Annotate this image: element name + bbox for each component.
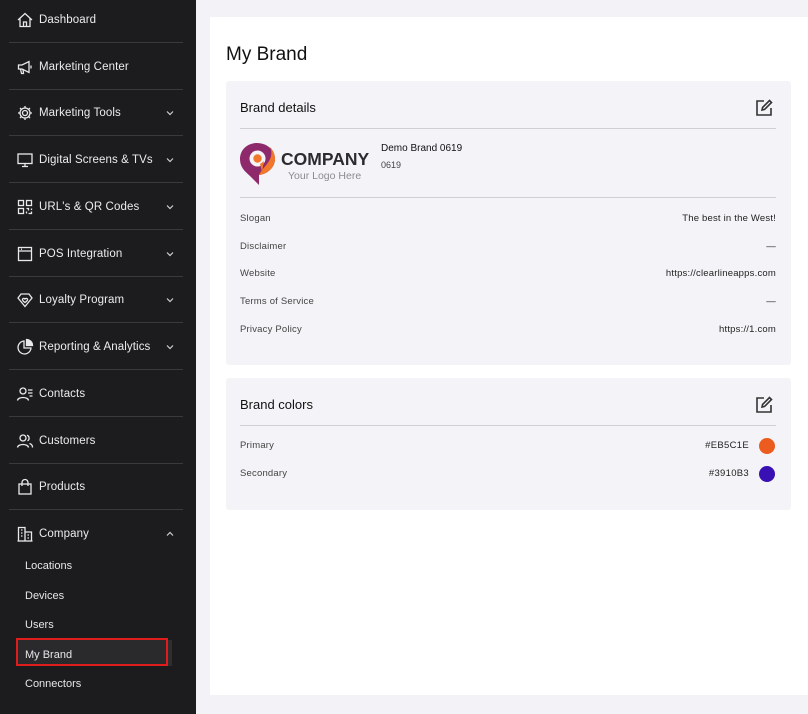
secondary-color-hex: #3910B3 [708, 468, 749, 479]
primary-color-label: Primary [240, 440, 275, 451]
customers-icon [16, 432, 34, 450]
sidebar-item-label: Company [39, 528, 89, 540]
sidebar-item-contacts[interactable]: Contacts [9, 371, 183, 417]
sidebar-item-label: Reporting & Analytics [39, 340, 151, 353]
website-value: https://clearlineapps.com [665, 268, 776, 279]
main-content: My Brand Brand details COMPANY Your Logo… [210, 17, 808, 695]
disclaimer-label: Disclaimer [240, 241, 287, 252]
sidebar-item-label: Customers [39, 434, 96, 447]
divider [240, 128, 776, 129]
sidebar-item-reporting-analytics[interactable]: Reporting & Analytics [9, 324, 183, 370]
privacy-value: https://1.com [719, 324, 776, 335]
sidebar-subitem-users[interactable]: Users [25, 619, 54, 631]
sidebar-item-dashboard[interactable]: Dashboard [9, 0, 183, 43]
divider [240, 425, 776, 426]
sidebar-item-digital-screens[interactable]: Digital Screens & TVs [9, 137, 183, 183]
megaphone-icon [16, 58, 34, 76]
chevron-down-icon [165, 295, 175, 305]
register-icon [16, 245, 34, 263]
edit-icon [756, 99, 773, 116]
logo-tagline: Your Logo Here [288, 170, 361, 182]
sidebar-subitem-connectors[interactable]: Connectors [25, 678, 81, 690]
sidebar-subitem-locations[interactable]: Locations [25, 560, 72, 572]
chevron-down-icon [165, 249, 175, 259]
diamond-heart-icon [16, 291, 34, 309]
edit-icon [756, 396, 773, 413]
terms-label: Terms of Service [240, 296, 314, 307]
chevron-down-icon [165, 202, 175, 212]
slogan-label: Slogan [240, 213, 271, 224]
sidebar-item-pos-integration[interactable]: POS Integration [9, 231, 183, 277]
brand-details-title: Brand details [240, 100, 316, 115]
brand-details-card: Brand details COMPANY Your Logo Here Dem… [226, 81, 791, 365]
slogan-value: The best in the West! [682, 213, 776, 224]
primary-color-swatch [759, 438, 775, 454]
sidebar-item-company[interactable]: Company [9, 511, 183, 557]
sidebar-item-products[interactable]: Products [9, 464, 183, 510]
sidebar-item-label: Contacts [39, 387, 86, 400]
sidebar-item-label: Loyalty Program [39, 293, 125, 306]
sidebar-item-urls-qr-codes[interactable]: URL's & QR Codes [9, 184, 183, 230]
brand-colors-card: Brand colors Primary #EB5C1E Secondary #… [226, 378, 791, 510]
secondary-color-swatch [759, 466, 775, 482]
chevron-down-icon [165, 155, 175, 165]
brand-name: Demo Brand 0619 [381, 143, 463, 154]
sidebar-subitem-my-brand[interactable]: My Brand [25, 649, 72, 661]
logo-word: COMPANY [281, 149, 369, 169]
privacy-label: Privacy Policy [240, 324, 302, 335]
brand-logo: COMPANY Your Logo Here [240, 142, 374, 186]
sidebar-subitem-devices[interactable]: Devices [25, 590, 64, 602]
home-icon [16, 11, 34, 29]
chevron-down-icon [165, 342, 175, 352]
sidebar-item-label: Products [39, 480, 86, 493]
bag-icon [16, 478, 34, 496]
divider [240, 197, 776, 198]
sidebar-item-label: Dashboard [39, 13, 97, 26]
brand-code: 0619 [381, 160, 402, 170]
pie-chart-icon [16, 338, 34, 356]
sidebar-item-customers[interactable]: Customers [9, 418, 183, 464]
contacts-icon [16, 385, 34, 403]
brand-colors-title: Brand colors [240, 397, 313, 412]
sidebar-item-marketing-center[interactable]: Marketing Center [9, 44, 183, 90]
page-title: My Brand [226, 44, 308, 65]
secondary-color-label: Secondary [240, 468, 288, 479]
sidebar-item-label: Marketing Tools [39, 106, 121, 119]
terms-value: — [766, 296, 776, 307]
sidebar-item-loyalty-program[interactable]: Loyalty Program [9, 277, 183, 323]
edit-brand-details-button[interactable] [754, 98, 774, 118]
chevron-up-icon [165, 529, 175, 539]
gear-icon [16, 104, 34, 122]
building-icon [16, 525, 34, 543]
sidebar-item-label: Digital Screens & TVs [39, 153, 153, 166]
monitor-icon [16, 151, 34, 169]
company-logo-icon: COMPANY Your Logo Here [240, 143, 369, 185]
sidebar-item-label: POS Integration [39, 247, 123, 260]
sidebar: Dashboard Marketing Center Marketing Too… [0, 0, 196, 714]
sidebar-item-marketing-tools[interactable]: Marketing Tools [9, 90, 183, 136]
website-label: Website [240, 268, 276, 279]
sidebar-item-label: Marketing Center [39, 60, 129, 73]
chevron-down-icon [165, 108, 175, 118]
qr-code-icon [16, 198, 34, 216]
primary-color-hex: #EB5C1E [705, 440, 749, 451]
edit-brand-colors-button[interactable] [754, 395, 774, 415]
disclaimer-value: — [766, 241, 776, 252]
sidebar-item-label: URL's & QR Codes [39, 200, 140, 213]
